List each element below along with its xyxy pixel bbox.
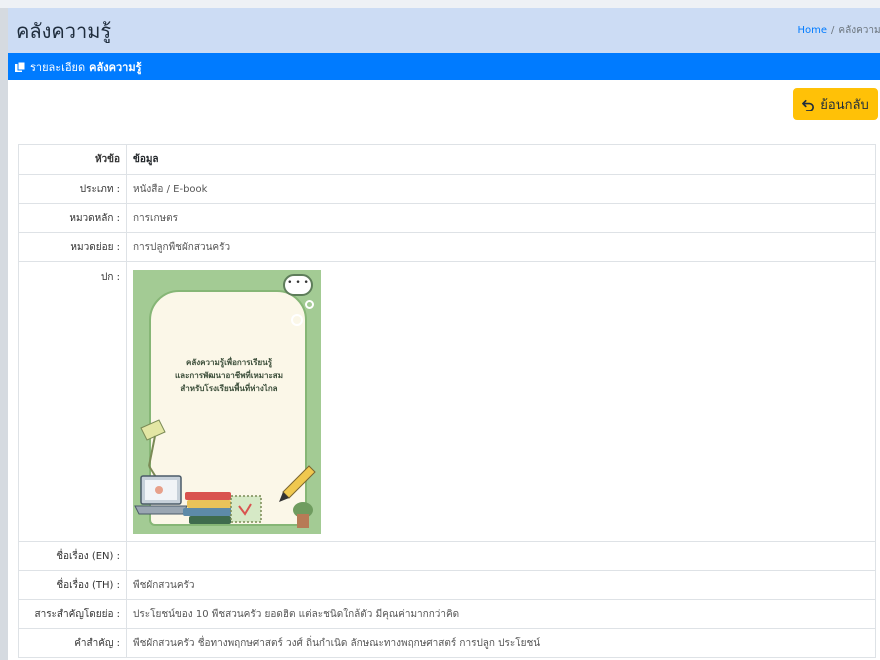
table-row: ชื่อเรื่อง (EN) : — [18, 541, 876, 571]
row-label: ปก : — [18, 261, 127, 542]
table-row: หมวดย่อย : การปลูกพืชผักสวนครัว — [18, 232, 876, 262]
row-value: พืชผักสวนครัว — [126, 570, 876, 600]
table-row: ชื่อเรื่อง (TH) : พืชผักสวนครัว — [18, 570, 876, 600]
undo-icon — [802, 99, 815, 111]
action-row: ย้อนกลับ — [8, 80, 880, 128]
row-value: การปลูกพืชผักสวนครัว — [126, 232, 876, 262]
row-label: ชื่อเรื่อง (EN) : — [18, 541, 127, 571]
top-frame-strip — [0, 0, 880, 8]
table-row: คำสำคัญ : พืชผักสวนครัว ชื่อทางพฤกษศาสตร… — [18, 628, 876, 658]
row-label: คำสำคัญ : — [18, 628, 127, 658]
breadcrumb-current: คลังความรู้ — [838, 25, 880, 36]
table-row: สาระสำคัญโดยย่อ : ประโยชน์ของ 10 พืชสวนค… — [18, 599, 876, 629]
breadcrumb-separator: / — [831, 25, 835, 36]
table-row-cover: ปก : • • • คลังความรู้เพื่อการเรียนรู้ แ… — [18, 261, 876, 542]
row-label: สาระสำคัญโดยย่อ : — [18, 599, 127, 629]
col-key-header: หัวข้อ — [18, 144, 127, 175]
cover-cell: • • • คลังความรู้เพื่อการเรียนรู้ และการ… — [126, 261, 876, 542]
breadcrumb: Home/คลังความรู้ — [798, 23, 880, 38]
card-header-prefix: รายละเอียด — [30, 60, 86, 74]
copy-icon — [15, 61, 26, 72]
card-header: รายละเอียด คลังความรู้ — [8, 53, 880, 80]
row-value: ประโยชน์ของ 10 พืชสวนครัว ยอดฮิต แต่ละชน… — [126, 599, 876, 629]
row-label: ประเภท : — [18, 174, 127, 204]
row-label: ชื่อเรื่อง (TH) : — [18, 570, 127, 600]
cover-image[interactable]: • • • คลังความรู้เพื่อการเรียนรู้ และการ… — [133, 270, 321, 534]
col-value-header: ข้อมูล — [126, 144, 876, 175]
card-header-title: คลังความรู้ — [89, 60, 142, 74]
table-row: หมวดหลัก : การเกษตร — [18, 203, 876, 233]
page-title: คลังความรู้ — [16, 18, 112, 43]
detail-table: หัวข้อ ข้อมูล ประเภท : หนังสือ / E-book … — [18, 144, 876, 658]
row-value: หนังสือ / E-book — [126, 174, 876, 204]
row-label: หมวดหลัก : — [18, 203, 127, 233]
row-value: การเกษตร — [126, 203, 876, 233]
row-value — [126, 541, 876, 571]
row-label: หมวดย่อย : — [18, 232, 127, 262]
table-row: ประเภท : หนังสือ / E-book — [18, 174, 876, 204]
back-button-label: ย้อนกลับ — [820, 97, 869, 113]
sidebar-edge — [0, 8, 8, 660]
breadcrumb-home-link[interactable]: Home — [798, 25, 828, 36]
content-wrapper: คลังความรู้ Home/คลังความรู้ รายละเอียด … — [8, 8, 880, 660]
back-button[interactable]: ย้อนกลับ — [793, 88, 878, 120]
row-value: พืชผักสวนครัว ชื่อทางพฤกษศาสตร์ วงศ์ ถิ่… — [126, 628, 876, 658]
desk-illustration — [134, 419, 316, 528]
content-header: คลังความรู้ Home/คลังความรู้ — [8, 8, 880, 53]
table-header-row: หัวข้อ ข้อมูล — [18, 144, 876, 175]
